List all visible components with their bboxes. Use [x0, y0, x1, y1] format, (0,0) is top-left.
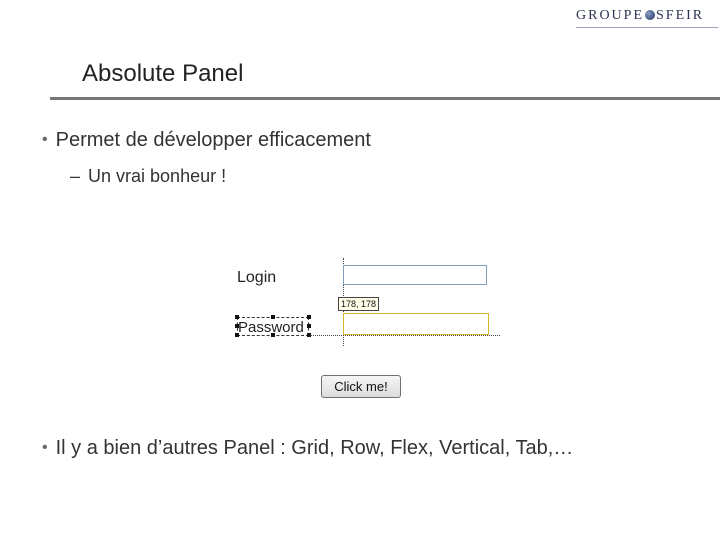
sub-bullet-1-text: Un vrai bonheur ! [88, 166, 227, 186]
logo-wordmark: GROUPE SFEIR [576, 8, 704, 24]
click-me-button[interactable]: Click me! [321, 375, 401, 398]
coordinate-tooltip: 178, 178 [338, 297, 380, 311]
slide-title: Absolute Panel [82, 60, 244, 87]
bullet-2-text: Il y a bien d’autres Panel : Grid, Row, … [55, 437, 574, 459]
resize-handle-ml[interactable] [235, 324, 239, 328]
login-input[interactable] [343, 265, 487, 285]
bullet-dot-icon: • [42, 131, 48, 148]
bullet-1-text: Permet de développer efficacement [55, 129, 371, 151]
bullet-1: • Permet de développer efficacement [42, 129, 371, 152]
globe-dot-icon [645, 10, 656, 20]
bullet-2: • Il y a bien d’autres Panel : Grid, Row,… [42, 437, 573, 460]
dash-icon: – [70, 166, 81, 186]
alignment-guide-horizontal [310, 335, 500, 336]
resize-handle-bl[interactable] [235, 333, 239, 337]
designer-canvas: Login 178, 178 Password Click me! [226, 258, 506, 403]
sfeir-logo: GROUPE SFEIR [576, 8, 718, 34]
resize-handle-mr[interactable] [307, 324, 311, 328]
login-label: Login [237, 269, 277, 286]
logo-text-groupe: GROUPE [576, 8, 645, 23]
password-input[interactable] [343, 313, 489, 335]
bullet-dot-icon: • [42, 439, 48, 456]
resize-handle-bm[interactable] [271, 333, 275, 337]
resize-handle-tm[interactable] [271, 315, 275, 319]
title-divider [50, 97, 720, 100]
resize-handle-tr[interactable] [307, 315, 311, 319]
sub-bullet-1: – Un vrai bonheur ! [70, 166, 226, 187]
resize-handle-tl[interactable] [235, 315, 239, 319]
logo-underline [576, 27, 718, 28]
logo-text-sfeir: SFEIR [656, 8, 705, 23]
